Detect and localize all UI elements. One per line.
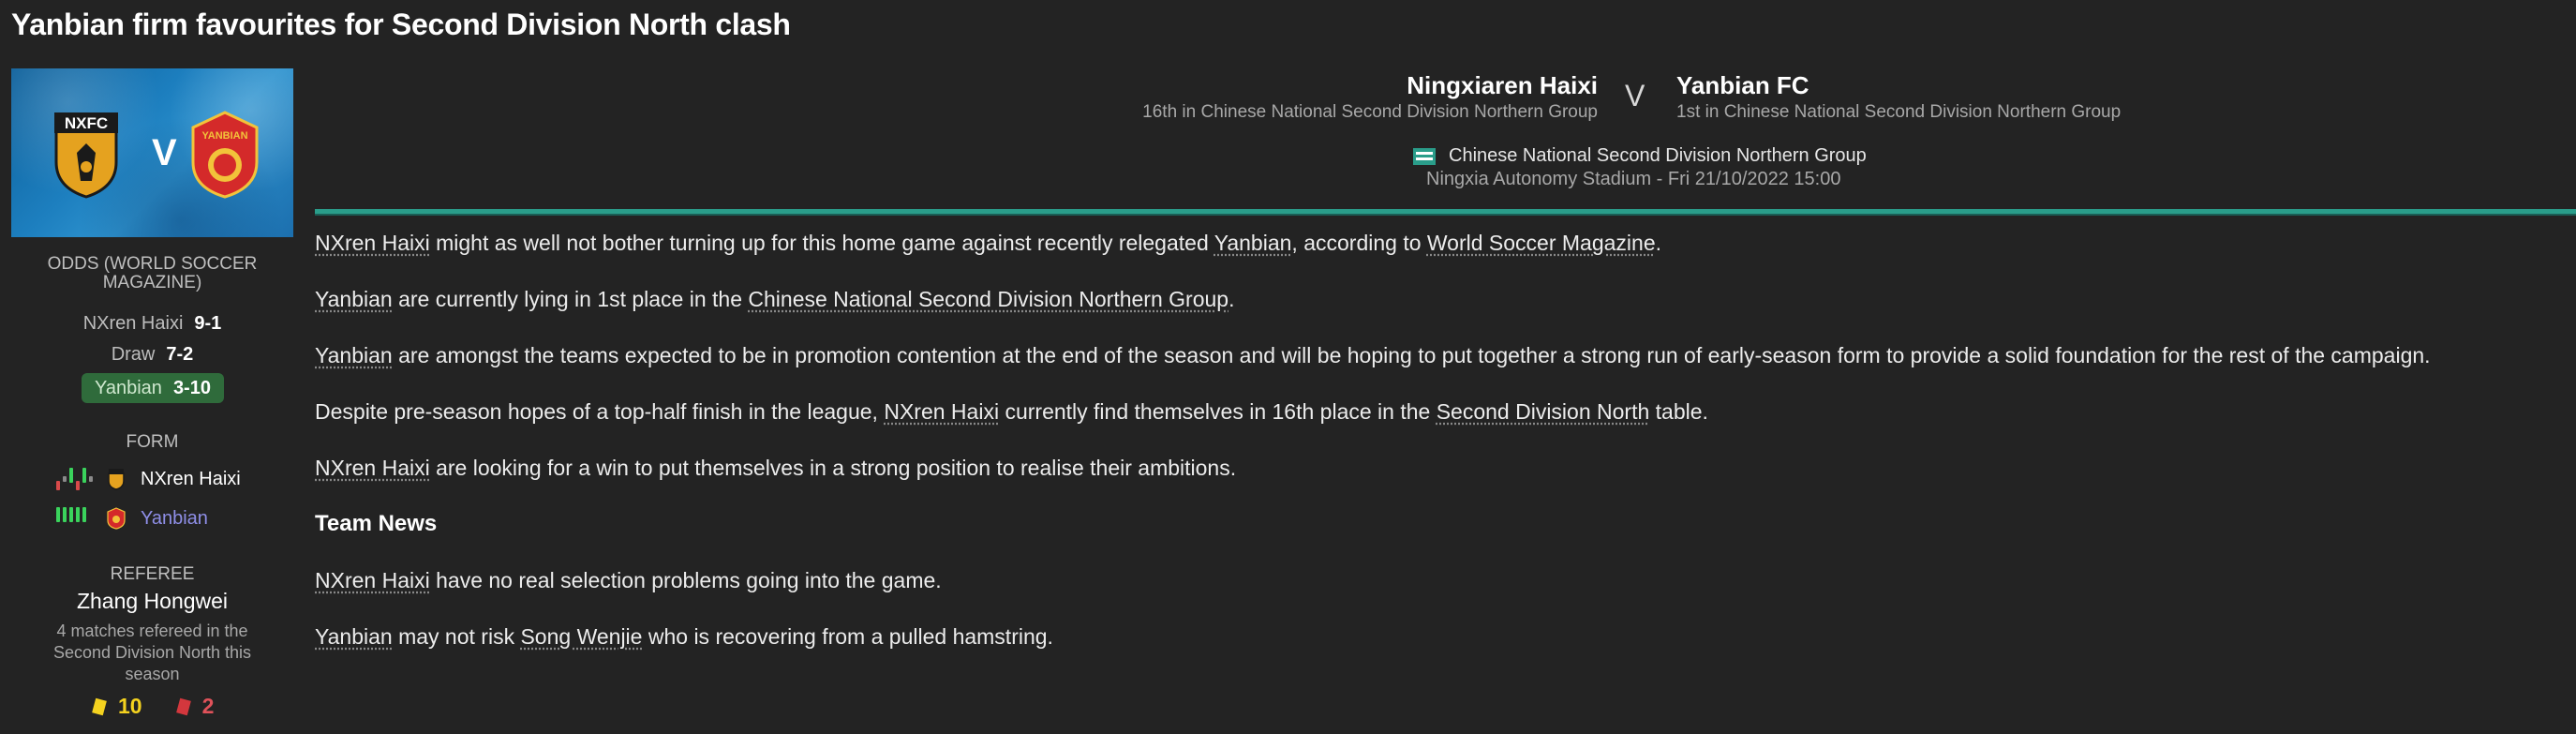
away-crest-label: YANBIAN (201, 130, 247, 142)
article-text: . (1228, 287, 1235, 311)
yellow-card-icon (92, 697, 107, 715)
form-result-bar (82, 468, 86, 483)
competition-name[interactable]: Chinese National Second Division Norther… (1449, 145, 1867, 167)
odds-away-row: Yanbian 3-10 (82, 373, 224, 403)
image-vs-label: V (152, 132, 177, 173)
article-link[interactable]: Song Wenjie (520, 624, 642, 649)
yanbian-crest-icon (107, 507, 126, 530)
form-result-bar (89, 476, 93, 482)
red-card-icon (175, 697, 191, 715)
article-paragraph: Yanbian may not risk Song Wenjie who is … (315, 621, 2573, 677)
form-bars-away (56, 507, 97, 530)
article-text: are currently lying in 1st place in the (392, 287, 749, 311)
article-text: have no real selection problems going in… (429, 568, 942, 592)
odds-away-label: Yanbian (95, 377, 162, 398)
home-team-position: 16th in Chinese National Second Division… (1142, 102, 1598, 122)
article-link[interactable]: Chinese National Second Division Norther… (748, 287, 1228, 311)
header-divider (315, 209, 2576, 216)
news-headline: Yanbian firm favourites for Second Divis… (11, 7, 791, 41)
form-team-name-home[interactable]: NXren Haixi (141, 469, 241, 490)
form-title: FORM (126, 432, 179, 452)
article-link[interactable]: NXren Haixi (884, 399, 999, 424)
referee-name[interactable]: Zhang Hongwei (11, 589, 293, 614)
article-body: NXren Haixi might as well not bother tur… (315, 227, 2573, 677)
article-link[interactable]: Yanbian (1214, 231, 1292, 255)
article-link[interactable]: NXren Haixi (315, 568, 430, 592)
nxfc-crest-icon: NXFC (54, 112, 118, 199)
form-result-bar (69, 507, 73, 522)
home-crest-label: NXFC (65, 114, 108, 132)
red-card-count: 2 (201, 694, 215, 718)
article-link[interactable]: Second Division North (1437, 399, 1650, 424)
article-paragraph: Despite pre-season hopes of a top-half f… (315, 396, 2573, 452)
odds-draw-row: Draw 7-2 (11, 344, 293, 366)
versus-label: V (1625, 79, 1645, 112)
article-text: might as well not bother turning up for … (429, 231, 1214, 255)
yellow-card-count: 10 (118, 694, 142, 718)
referee-info: 4 matches refereed in the Second Divisio… (52, 622, 252, 683)
article-text: table. (1649, 399, 1708, 424)
odds-home-value: 9-1 (194, 313, 222, 334)
match-image: NXFC V YANBIAN (11, 68, 293, 237)
form-team-name-away[interactable]: Yanbian (141, 508, 208, 530)
article-link[interactable]: World Soccer Magazine (1427, 231, 1656, 255)
venue-date: Ningxia Autonomy Stadium - Fri 21/10/202… (1426, 169, 1841, 189)
article-paragraph: NXren Haixi have no real selection probl… (315, 564, 2573, 621)
article-text: Despite pre-season hopes of a top-half f… (315, 399, 885, 424)
odds-draw-label: Draw (111, 344, 156, 365)
competition[interactable]: Chinese National Second Division Norther… (1413, 145, 1867, 167)
odds-title: ODDS (WORLD SOCCER MAGAZINE) (47, 254, 258, 292)
form-row-home[interactable]: NXren Haixi (56, 465, 241, 493)
referee-cards: 10 2 (92, 694, 215, 719)
article-text: are looking for a win to put themselves … (429, 456, 1237, 480)
away-team-position: 1st in Chinese National Second Division … (1676, 102, 2122, 122)
form-result-bar (82, 507, 86, 522)
article-link[interactable]: Yanbian (315, 287, 393, 311)
yanbian-crest-icon: YANBIAN (191, 111, 259, 199)
article-text: . (1655, 231, 1662, 255)
article-text: may not risk (392, 624, 521, 649)
form-result-bar (76, 481, 80, 490)
form-result-bar (76, 507, 80, 522)
article-paragraph: NXren Haixi might as well not bother tur… (315, 227, 2573, 283)
article-paragraph: NXren Haixi are looking for a win to put… (315, 452, 2573, 508)
odds-home-row: NXren Haixi 9-1 (11, 313, 293, 335)
article-text: who is recovering from a pulled hamstrin… (642, 624, 1053, 649)
odds-home-label: NXren Haixi (82, 313, 184, 334)
article-link[interactable]: Yanbian (315, 343, 393, 367)
away-team-name[interactable]: Yanbian FC (1676, 71, 1809, 100)
article-paragraph: Yanbian are currently lying in 1st place… (315, 283, 2573, 339)
competition-icon (1413, 147, 1436, 165)
team-news-heading: Team News (315, 511, 438, 536)
form-row-away[interactable]: Yanbian (56, 504, 208, 532)
form-result-bar (56, 481, 60, 490)
article-text: currently find themselves in 16th place … (999, 399, 1437, 424)
home-team-name[interactable]: Ningxiaren Haixi (1407, 71, 1598, 100)
article-link[interactable]: NXren Haixi (315, 231, 430, 255)
article-text: are amongst the teams expected to be in … (392, 343, 2431, 367)
article-paragraph: Yanbian are amongst the teams expected t… (315, 339, 2573, 396)
form-result-bar (69, 468, 73, 483)
referee-title: REFEREE (110, 564, 195, 584)
form-result-bar (63, 476, 67, 482)
odds-draw-value: 7-2 (166, 344, 194, 365)
form-result-bar (63, 507, 67, 522)
article-link[interactable]: NXren Haixi (315, 456, 430, 480)
article-text: , according to (1291, 231, 1427, 255)
nxfc-crest-icon (108, 469, 125, 490)
odds-away-value: 3-10 (172, 377, 211, 398)
form-bars-home (56, 468, 97, 490)
article-link[interactable]: Yanbian (315, 624, 393, 649)
form-result-bar (56, 507, 60, 522)
